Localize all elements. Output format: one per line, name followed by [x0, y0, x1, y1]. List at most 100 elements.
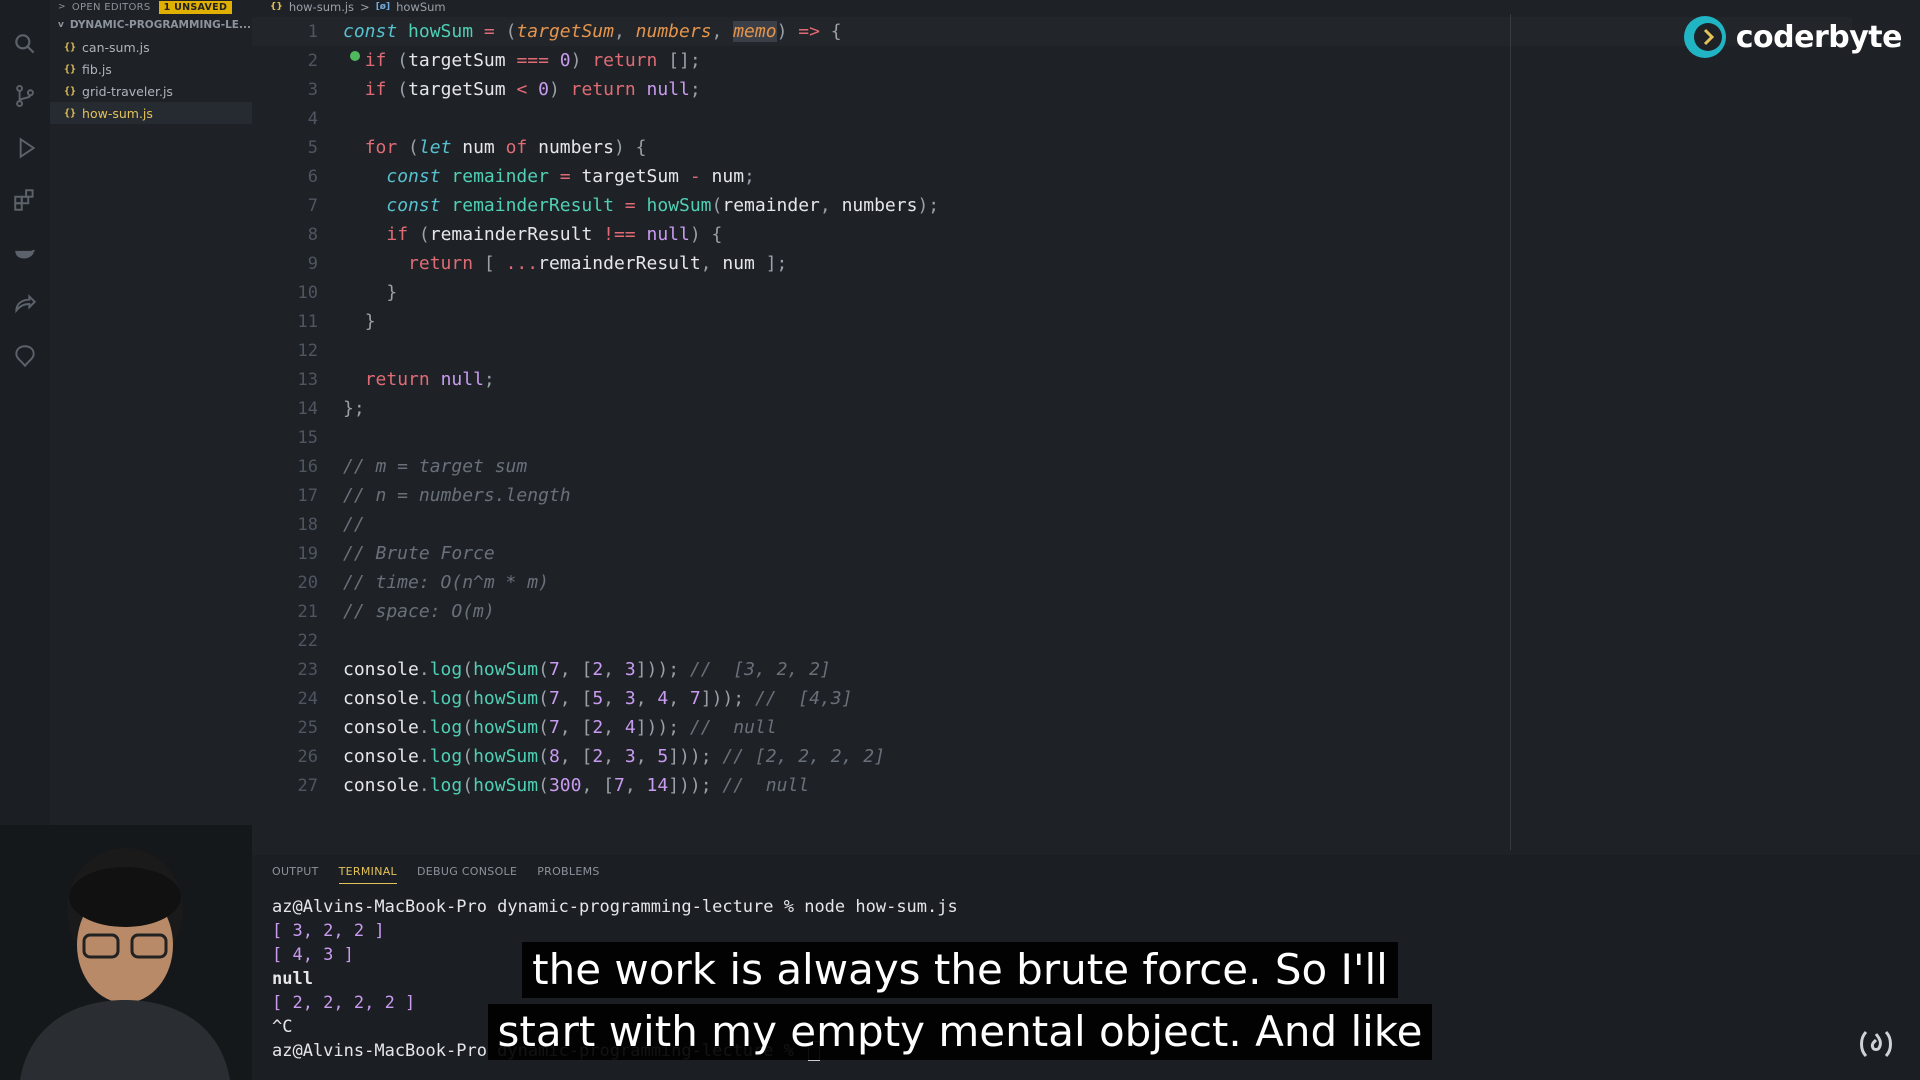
js-file-icon: {} — [64, 107, 77, 119]
line-number: 8 — [307, 224, 318, 245]
code-line: 22 — [252, 626, 1852, 655]
code-line: 12 — [252, 336, 1852, 365]
line-number: 7 — [307, 195, 318, 216]
breadcrumb-symbol[interactable]: howSum — [396, 0, 446, 14]
js-file-icon: {} — [64, 41, 77, 53]
extensions-icon[interactable] — [12, 187, 38, 213]
line-number: 23 — [297, 659, 318, 680]
code-text: console.log(howSum(8, [2, 3, 5])); // [2… — [343, 746, 885, 767]
run-debug-icon[interactable] — [12, 135, 38, 161]
folder-header[interactable]: v DYNAMIC-PROGRAMMING-LE... — [50, 14, 252, 36]
file-item-grid-traveler[interactable]: {} grid-traveler.js — [50, 80, 252, 102]
subtitle-line-2: start with my empty mental object. And l… — [487, 1004, 1433, 1060]
code-line: 6 const remainder = targetSum - num; — [252, 162, 1852, 191]
breadcrumb-separator: > — [360, 0, 370, 14]
remote-explorer-icon[interactable] — [12, 343, 38, 369]
js-file-icon: {} — [64, 63, 77, 75]
line-number: 2 — [307, 50, 318, 71]
code-line: 14}; — [252, 394, 1852, 423]
chevron-right-icon: > — [58, 2, 66, 12]
code-line: 13 return null; — [252, 365, 1852, 394]
line-number: 18 — [297, 514, 318, 535]
folder-label: DYNAMIC-PROGRAMMING-LE... — [69, 19, 251, 31]
line-number: 6 — [307, 166, 318, 187]
code-text: // time: O(n^m * m) — [343, 572, 549, 593]
tab-problems[interactable]: PROBLEMS — [537, 865, 599, 884]
open-editors-header[interactable]: > OPEN EDITORS 1 UNSAVED — [50, 0, 252, 14]
tab-output[interactable]: OUTPUT — [272, 865, 319, 884]
line-number: 13 — [297, 369, 318, 390]
code-line: 25 console.log(howSum(7, [2, 4])); // nul… — [252, 713, 1852, 742]
logo-text: coderbyte — [1735, 19, 1903, 55]
code-text: console.log(howSum(7, [2, 4])); // null — [343, 717, 777, 738]
code-text: // m = target sum — [343, 456, 528, 477]
file-label: fib.js — [82, 61, 112, 77]
docker-icon[interactable] — [12, 239, 38, 265]
code-line: 23 console.log(howSum(7, [2, 3])); // [3,… — [252, 655, 1852, 684]
code-line: 20 // time: O(n^m * m) — [252, 568, 1852, 597]
code-line: 19 // Brute Force — [252, 539, 1852, 568]
line-number: 19 — [297, 543, 318, 564]
code-text: console.log(howSum(7, [5, 3, 4, 7])); //… — [343, 688, 853, 709]
code-line: 9 return [ ...remainderResult, num ]; — [252, 249, 1852, 278]
code-text: return [ ...remainderResult, num ]; — [408, 253, 788, 274]
line-number: 3 — [307, 79, 318, 100]
subtitle-line-1: the work is always the brute force. So I… — [522, 942, 1398, 998]
line-number: 27 — [297, 775, 318, 796]
code-line: 26 console.log(howSum(8, [2, 3, 5])); // … — [252, 742, 1852, 771]
code-editor[interactable]: {} how-sum.js > [ø] howSum 1 const howSum… — [252, 0, 1920, 855]
line-number: 12 — [297, 340, 318, 361]
tab-debug-console[interactable]: DEBUG CONSOLE — [417, 865, 517, 884]
code-text: // — [343, 514, 365, 535]
coderbyte-logo: coderbyte — [1682, 14, 1903, 60]
code-line: 5 for (let num of numbers) { — [252, 133, 1852, 162]
code-line: 27 console.log(howSum(300, [7, 14])); // … — [252, 771, 1852, 800]
code-line: 21 // space: O(m) — [252, 597, 1852, 626]
line-number: 10 — [297, 282, 318, 303]
code-text: const remainder = targetSum - num; — [386, 166, 755, 187]
line-number: 1 — [307, 21, 318, 42]
breadcrumb: {} how-sum.js > [ø] howSum — [270, 0, 446, 14]
file-item-can-sum[interactable]: {} can-sum.js — [50, 36, 252, 58]
symbol-icon: [ø] — [375, 2, 391, 12]
line-number: 22 — [297, 630, 318, 651]
code-line: 18 // — [252, 510, 1852, 539]
line-number: 24 — [297, 688, 318, 709]
terminal-output-line: [ 3, 2, 2 ] — [272, 921, 385, 941]
code-line: 8 if (remainderResult !== null) { — [252, 220, 1852, 249]
code-line: 2 if (targetSum === 0) return []; — [252, 46, 1852, 75]
tab-terminal[interactable]: TERMINAL — [338, 865, 397, 884]
breadcrumb-file[interactable]: how-sum.js — [289, 0, 354, 14]
line-number: 4 — [307, 108, 318, 129]
line-number: 15 — [297, 427, 318, 448]
code-text: console.log(howSum(7, [2, 3])); // [3, 2… — [343, 659, 831, 680]
code-text: console.log(howSum(300, [7, 14])); // nu… — [343, 775, 810, 796]
code-line: 16 // m = target sum — [252, 452, 1852, 481]
file-item-fib[interactable]: {} fib.js — [50, 58, 252, 80]
code-text: }; — [343, 398, 365, 419]
code-line: 17 // n = numbers.length — [252, 481, 1852, 510]
code-line: 4 — [252, 104, 1852, 133]
line-number: 21 — [297, 601, 318, 622]
line-number: 9 — [307, 253, 318, 274]
code-text: // n = numbers.length — [343, 485, 571, 506]
code-line: 3 if (targetSum < 0) return null; — [252, 75, 1852, 104]
line-number: 20 — [297, 572, 318, 593]
line-number: 11 — [297, 311, 318, 332]
terminal-prompt-line: az@Alvins-MacBook-Pro dynamic-programmin… — [272, 897, 958, 917]
live-share-icon[interactable] — [12, 291, 38, 317]
code-line: 1 const howSum = (targetSum, numbers, mem… — [252, 17, 1852, 46]
chevron-down-icon: v — [58, 20, 64, 30]
js-file-icon: {} — [270, 2, 283, 12]
file-item-how-sum[interactable]: {} how-sum.js — [50, 102, 252, 124]
line-number: 17 — [297, 485, 318, 506]
source-control-icon[interactable] — [12, 83, 38, 109]
file-label: how-sum.js — [82, 105, 153, 121]
line-number: 5 — [307, 137, 318, 158]
line-number: 16 — [297, 456, 318, 477]
code-text: const remainderResult = howSum(remainder… — [386, 195, 940, 216]
search-icon[interactable] — [12, 31, 38, 57]
code-line: 7 const remainderResult = howSum(remaind… — [252, 191, 1852, 220]
code-text: if (remainderResult !== null) { — [386, 224, 723, 245]
code-text: return null; — [364, 369, 495, 390]
